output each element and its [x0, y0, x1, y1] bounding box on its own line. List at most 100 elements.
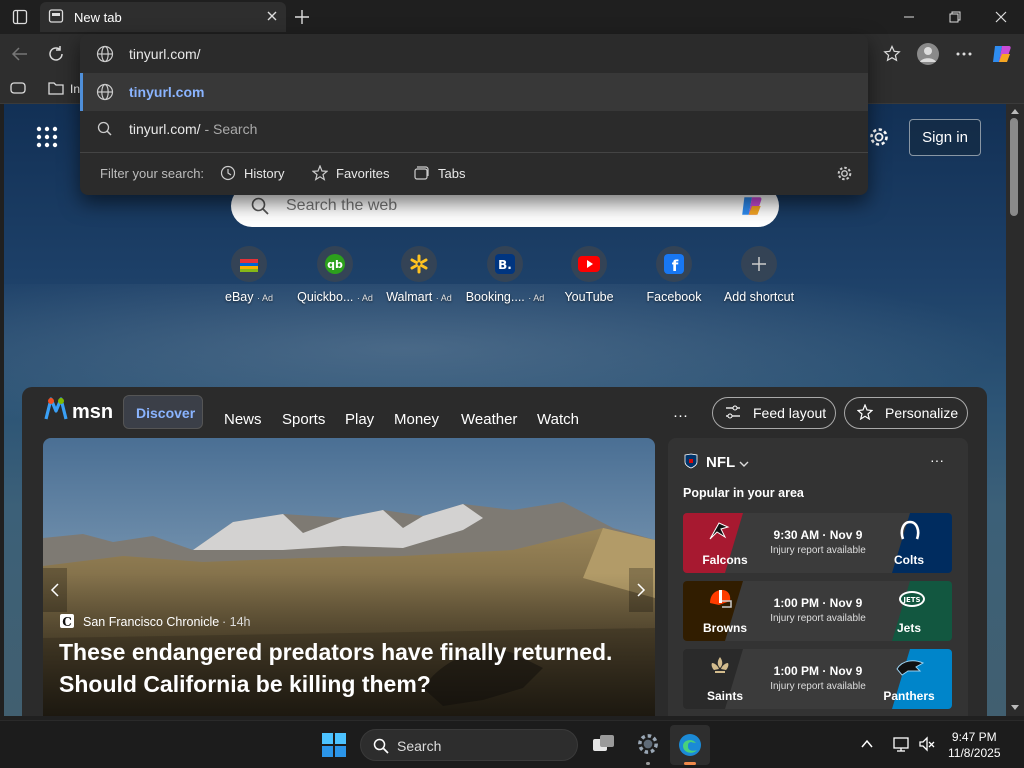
search-icon [373, 738, 389, 759]
taskbar-search[interactable]: Search [360, 729, 578, 761]
svg-text:qb: qb [327, 258, 343, 271]
copilot-icon[interactable] [986, 38, 1018, 70]
tab-sports[interactable]: Sports [282, 411, 325, 428]
filter-favorites[interactable]: Favorites [336, 166, 389, 181]
msn-logo[interactable] [44, 397, 68, 426]
favorite-partial-label[interactable]: In [70, 82, 80, 96]
profile-avatar[interactable] [912, 38, 944, 70]
refresh-button[interactable] [40, 38, 72, 70]
address-input[interactable]: tinyurl.com/ [80, 35, 868, 73]
reading-icon[interactable] [10, 81, 26, 100]
title-bar: New tab [0, 0, 1024, 34]
hero-article[interactable]: C San Francisco Chronicle · 14h These en… [43, 438, 655, 716]
tabs-icon [413, 165, 429, 184]
favorites-icon[interactable] [876, 38, 908, 70]
game-time: 1:00 PM · Nov 9 [773, 664, 863, 678]
new-tab-button[interactable] [286, 1, 318, 33]
folder-icon[interactable] [48, 81, 64, 100]
shortcut-quickbooks[interactable]: qb Quickbo... · Ad [292, 246, 378, 304]
scroll-down-icon[interactable] [1010, 704, 1020, 712]
scrollbar-thumb[interactable] [1010, 118, 1018, 216]
minimize-button[interactable] [886, 0, 932, 34]
walmart-spark-icon [401, 246, 437, 282]
shortcut-label: Walmart [386, 290, 433, 304]
svg-text:f: f [672, 257, 679, 275]
shortcut-ebay[interactable]: eBay · Ad [206, 246, 292, 304]
sliders-icon [725, 405, 741, 422]
game-card[interactable]: JETS Browns Jets 1:00 PM · Nov 9 Injury … [683, 581, 952, 641]
restore-button[interactable] [932, 0, 978, 34]
clock[interactable]: 9:47 PM 11/8/2025 [948, 729, 1001, 761]
shortcut-label: eBay [225, 290, 254, 304]
search-icon [251, 197, 269, 220]
tab-discover[interactable]: Discover [123, 395, 203, 429]
filter-label: Filter your search: [100, 166, 205, 181]
article-headline[interactable]: These endangered predators have finally … [59, 636, 639, 700]
tab-weather[interactable]: Weather [461, 411, 517, 428]
suggestion-url-text: tinyurl.com [129, 84, 205, 100]
shortcut-walmart[interactable]: Walmart · Ad [376, 246, 462, 304]
edge-icon [679, 734, 701, 756]
windows-start-icon[interactable] [322, 733, 346, 762]
nfl-title[interactable]: NFL [706, 454, 735, 471]
article-source[interactable]: San Francisco Chronicle [83, 615, 219, 629]
hero-next-button[interactable] [629, 568, 653, 612]
game-card[interactable]: Saints Panthers 1:00 PM · Nov 9 Injury r… [683, 649, 952, 709]
tab-new-tab[interactable]: New tab [40, 2, 286, 32]
speaker-muted-icon[interactable] [918, 735, 936, 758]
panthers-logo-icon [896, 657, 925, 682]
close-window-button[interactable] [978, 0, 1024, 34]
scroll-up-icon[interactable] [1010, 107, 1020, 115]
feed-layout-label: Feed layout [753, 405, 827, 421]
shortcut-add[interactable]: Add shortcut [716, 246, 802, 304]
nfl-shield-icon [684, 453, 698, 474]
shortcut-label: YouTube [564, 290, 614, 304]
apps-grid-icon[interactable] [36, 126, 58, 153]
edge-taskbar-button[interactable] [670, 725, 710, 765]
search-settings-icon[interactable] [836, 165, 853, 185]
suggestion-search-text: tinyurl.com/ - Search [129, 121, 257, 137]
task-view-icon[interactable] [592, 733, 616, 762]
shortcut-label: Quickbo... [297, 290, 354, 304]
saints-fleur-de-lis-icon [709, 655, 731, 684]
shortcut-youtube[interactable]: YouTube [546, 246, 632, 304]
screen: New tab In Sign in Search the web eBay ·… [0, 0, 1024, 768]
network-icon[interactable] [892, 735, 910, 758]
filter-history[interactable]: History [244, 166, 284, 181]
tab-money[interactable]: Money [394, 411, 439, 428]
tab-label: Discover [136, 405, 196, 421]
nfl-card: NFL ··· Popular in your area Falcons Col… [668, 438, 968, 716]
settings-app-icon[interactable] [636, 732, 660, 761]
tab-news[interactable]: News [224, 411, 262, 428]
tray-overflow-chevron-icon[interactable] [860, 737, 874, 755]
page-settings-icon[interactable] [868, 126, 890, 153]
more-menu-icon[interactable] [948, 38, 980, 70]
copilot-search-icon[interactable] [739, 194, 765, 223]
chevron-down-icon[interactable] [738, 456, 750, 474]
tab-watch[interactable]: Watch [537, 411, 579, 428]
feed-layout-button[interactable]: Feed layout [712, 397, 836, 429]
filter-tabs[interactable]: Tabs [438, 166, 465, 181]
ebay-icon [231, 246, 267, 282]
close-tab-icon[interactable] [266, 10, 278, 25]
game-card[interactable]: Falcons Colts 9:30 AM · Nov 9 Injury rep… [683, 513, 952, 573]
personalize-button[interactable]: Personalize [844, 397, 968, 429]
suggestion-url[interactable]: tinyurl.com [80, 73, 868, 111]
back-button[interactable] [4, 38, 36, 70]
suggestion-search-suffix: - Search [204, 121, 258, 137]
globe-icon [96, 83, 114, 101]
page-scrollbar[interactable] [1006, 104, 1024, 716]
tab-play[interactable]: Play [345, 411, 374, 428]
shortcut-booking[interactable]: B. Booking.... · Ad [462, 246, 548, 304]
sign-in-button[interactable]: Sign in [909, 119, 981, 156]
new-tab-icon [48, 8, 64, 27]
nfl-more-button[interactable]: ··· [930, 452, 944, 468]
suggestion-search[interactable]: tinyurl.com/ - Search [80, 110, 868, 148]
feed-more-button[interactable]: ··· [673, 407, 688, 424]
shortcut-label: Add shortcut [723, 290, 795, 304]
shortcut-facebook[interactable]: f Facebook [631, 246, 717, 304]
ad-badge: · Ad [435, 293, 452, 303]
quickbooks-icon: qb [317, 246, 353, 282]
tab-actions-icon[interactable] [4, 1, 36, 33]
hero-prev-button[interactable] [43, 568, 67, 612]
